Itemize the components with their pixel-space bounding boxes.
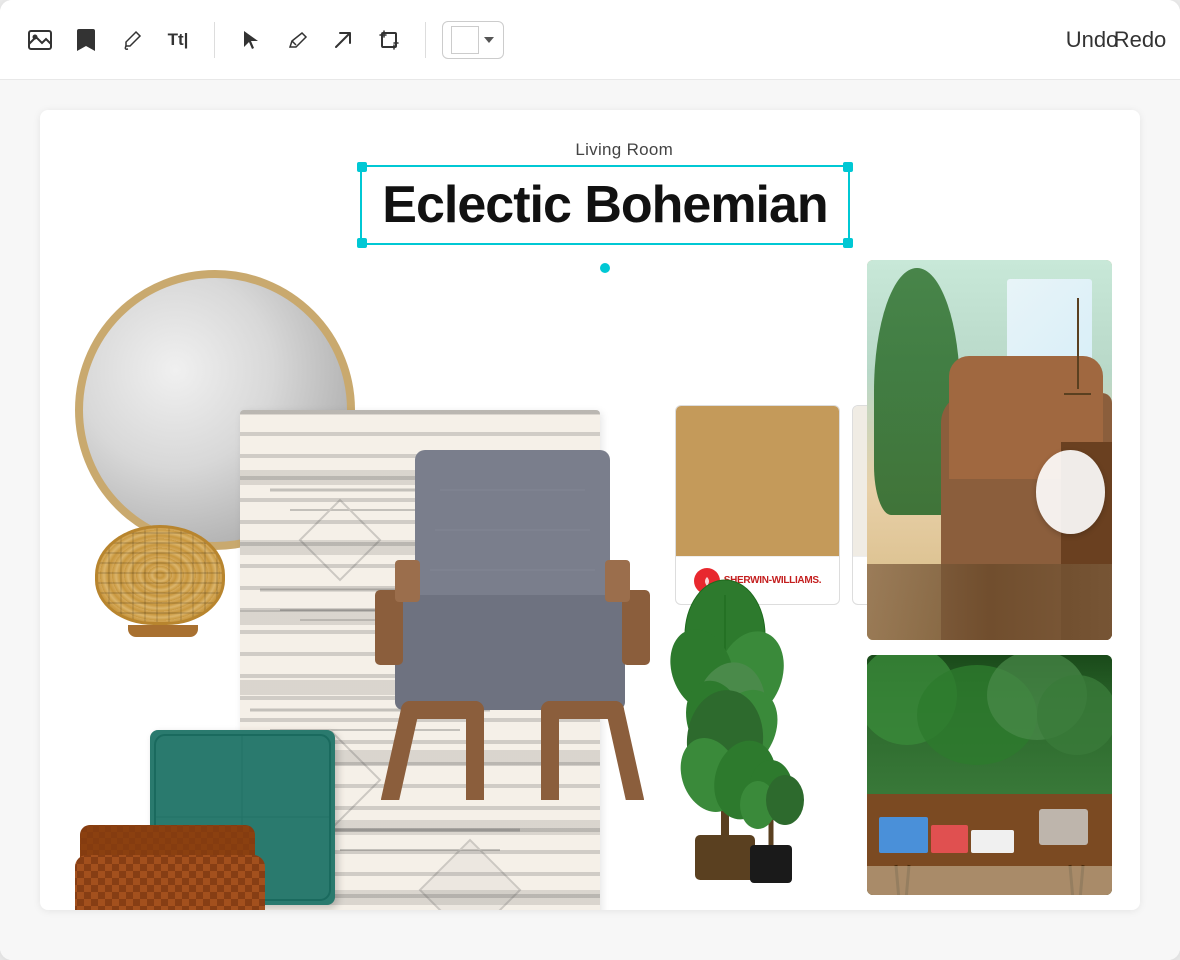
canvas: Living Room Eclectic Bohemian [0, 80, 1180, 960]
brown-pillow-front-svg [70, 850, 270, 910]
paint-brush-icon [121, 29, 143, 51]
image-tool-button[interactable] [20, 20, 60, 60]
handle-top-left [357, 162, 367, 172]
handle-bottom-right [843, 238, 853, 248]
swatch-color-tan [676, 406, 839, 556]
wall-decor [1056, 298, 1100, 450]
table-books [879, 802, 1014, 852]
room-photo-bottom-right [867, 655, 1112, 895]
image-icon [28, 30, 52, 50]
color-picker-button[interactable] [442, 21, 504, 59]
room-label: Living Room [575, 140, 673, 160]
room-rug [867, 564, 1112, 640]
table-object [1039, 809, 1088, 844]
redo-button[interactable]: Redo [1120, 20, 1160, 60]
color-swatch [451, 26, 479, 54]
undo-button[interactable]: Undo [1072, 20, 1112, 60]
accent-chair [360, 440, 670, 800]
annotate-button[interactable] [277, 20, 317, 60]
rattan-base [128, 625, 198, 637]
foliage-bg [867, 655, 1112, 804]
rattan-stripes-v [98, 528, 222, 622]
arrow-icon [332, 29, 354, 51]
crop-button[interactable] [369, 20, 409, 60]
handle-bottom-center [600, 263, 610, 273]
select-icon [241, 29, 261, 51]
fig-tree-svg [650, 575, 810, 885]
toolbar-divider-2 [425, 22, 426, 58]
toolbar-tools-group-2 [231, 20, 409, 60]
brown-pillow-front [70, 850, 270, 910]
select-tool-button[interactable] [231, 20, 271, 60]
toolbar: Tt| [0, 0, 1180, 80]
room-photo-top-right [867, 260, 1112, 640]
rattan-basket-body [95, 525, 225, 625]
text-tool-icon: Tt| [168, 30, 189, 50]
book-blue [879, 817, 927, 852]
hanging-branch-h [1064, 393, 1090, 395]
annotate-icon [286, 29, 308, 51]
app-container: Tt| [0, 0, 1180, 960]
handle-top-right [843, 162, 853, 172]
chevron-down-icon [483, 36, 495, 44]
text-tool-button[interactable]: Tt| [158, 20, 198, 60]
fiddle-leaf-fig [650, 575, 810, 885]
book-white [971, 830, 1014, 853]
toolbar-tools-group: Tt| [20, 20, 198, 60]
title-text-box[interactable]: Eclectic Bohemian [360, 165, 850, 245]
moodboard-title: Eclectic Bohemian [382, 175, 827, 235]
bookmark-icon [76, 28, 96, 52]
arrow-tool-button[interactable] [323, 20, 363, 60]
leaf-4 [1037, 675, 1112, 755]
chair-svg [360, 440, 670, 800]
handle-bottom-left [357, 238, 367, 248]
moodboard: Living Room Eclectic Bohemian [40, 110, 1140, 910]
fluffy-item [1036, 450, 1105, 534]
title-selection-box: Eclectic Bohemian [360, 165, 850, 245]
toolbar-divider-1 [214, 22, 215, 58]
book-red [931, 825, 969, 853]
rattan-basket [95, 525, 230, 640]
bookmark-tool-button[interactable] [66, 20, 106, 60]
toolbar-right: Undo Redo [1072, 20, 1160, 60]
hanging-branch [1077, 298, 1079, 389]
paint-brush-button[interactable] [112, 20, 152, 60]
crop-icon [378, 29, 400, 51]
floor-rug [867, 866, 1112, 895]
